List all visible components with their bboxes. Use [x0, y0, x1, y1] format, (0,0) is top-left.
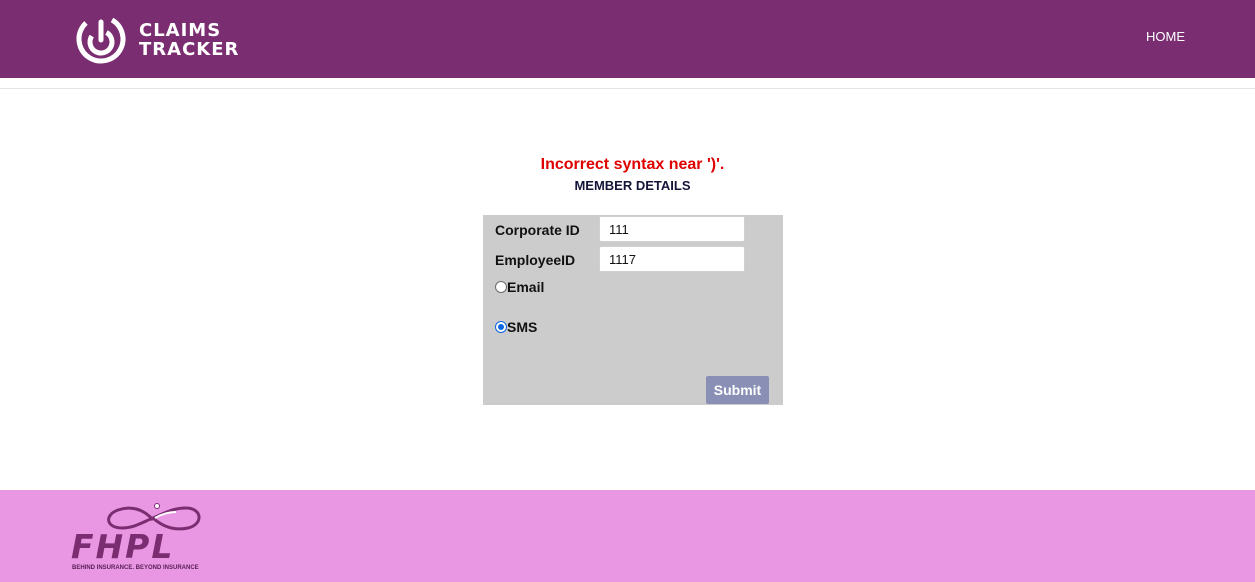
claims-tracker-logo[interactable]: CLAIMS TRACKER	[74, 12, 238, 66]
fhpl-wordmark: FHPL	[71, 527, 175, 566]
fhpl-logo: FHPL BEHIND INSURANCE. BEYOND INSURANCE	[70, 498, 210, 578]
corporate-id-input[interactable]	[599, 216, 745, 242]
corporate-id-label: Corporate ID	[495, 222, 580, 238]
employee-id-label: EmployeeID	[495, 252, 576, 268]
logo-line-1: CLAIMS	[139, 20, 222, 41]
member-details-form: Corporate ID EmployeeID Email SMS Submit	[483, 215, 783, 405]
nav-home-link[interactable]: HOME	[1146, 29, 1185, 44]
site-footer: FHPL BEHIND INSURANCE. BEYOND INSURANCE	[0, 490, 1255, 582]
fhpl-tagline: BEHIND INSURANCE. BEYOND INSURANCE	[72, 565, 199, 571]
sms-option[interactable]: SMS	[495, 319, 537, 335]
sms-radio-label: SMS	[507, 319, 538, 335]
logo-line-2: TRACKER	[139, 39, 240, 60]
header-divider	[0, 88, 1255, 89]
logo-wordmark: CLAIMS TRACKER	[139, 21, 239, 59]
member-details-title: MEMBER DETAILS	[574, 178, 691, 193]
email-option[interactable]: Email	[495, 279, 544, 295]
email-radio-label: Email	[507, 279, 545, 295]
email-radio[interactable]	[495, 281, 507, 293]
power-icon	[76, 14, 126, 64]
employee-id-input[interactable]	[599, 246, 745, 272]
error-message: Incorrect syntax near ')'.	[540, 156, 725, 173]
submit-button[interactable]: Submit	[706, 376, 769, 404]
site-header: CLAIMS TRACKER HOME	[0, 0, 1255, 78]
sms-radio[interactable]	[495, 321, 507, 333]
